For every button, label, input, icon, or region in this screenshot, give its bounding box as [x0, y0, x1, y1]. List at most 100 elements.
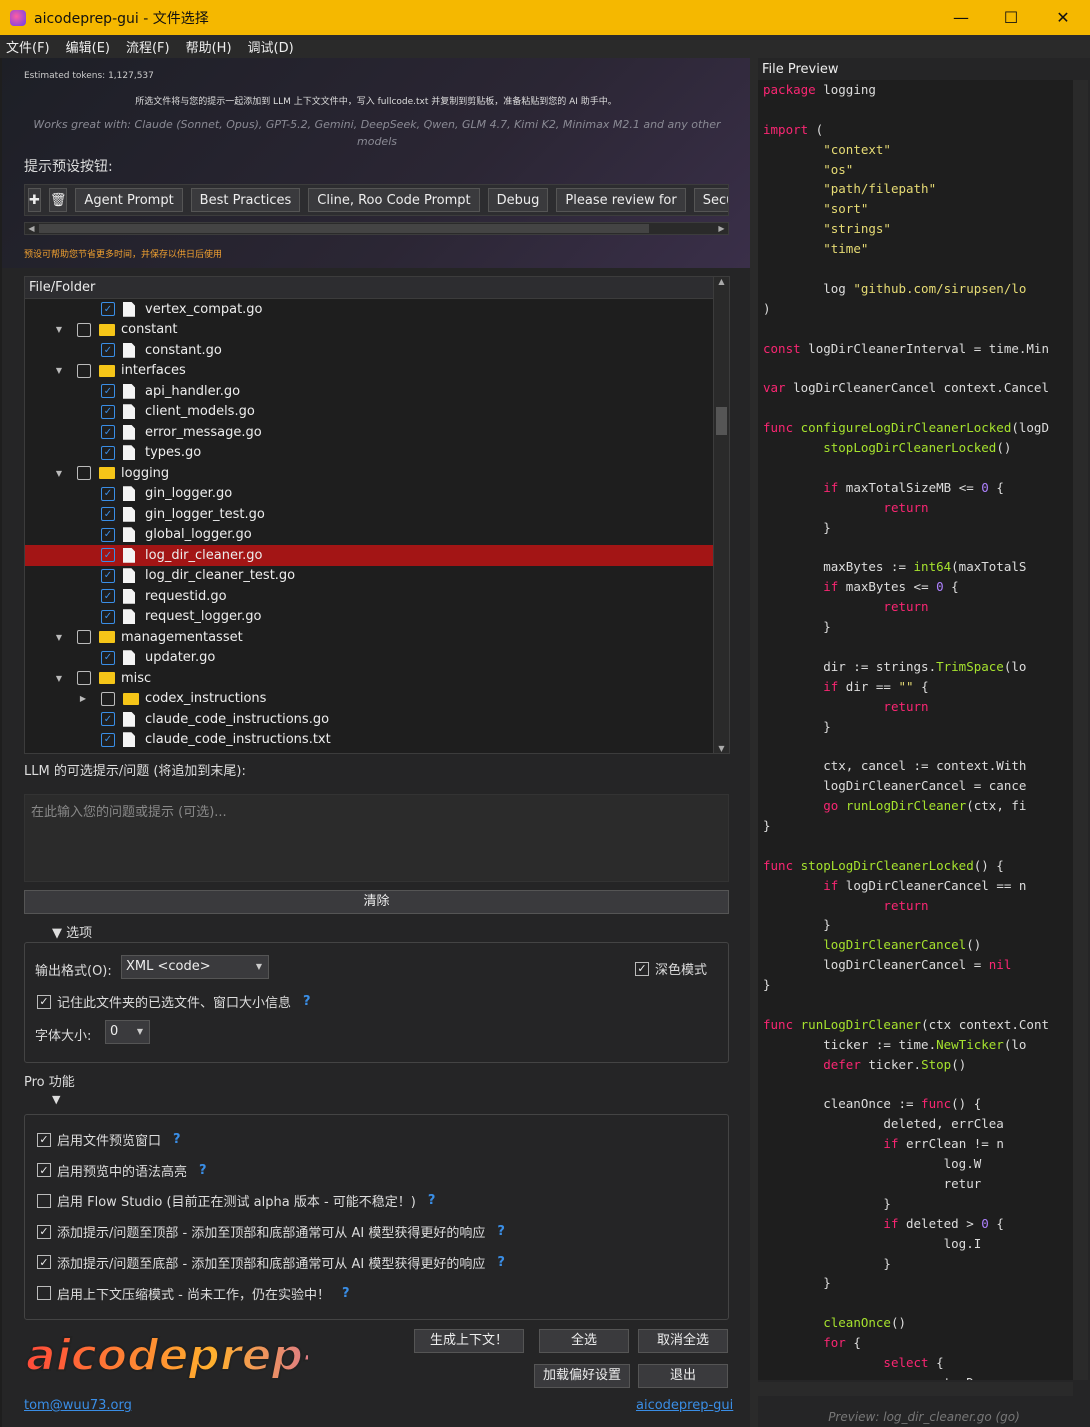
checkbox[interactable] [77, 630, 91, 645]
help-icon[interactable]: ? [173, 1132, 181, 1147]
preset-button[interactable]: Agent Prompt [75, 188, 183, 212]
deselect-all-button[interactable]: 取消全选 [638, 1329, 728, 1353]
load-prefs-button[interactable]: 加载偏好设置 [534, 1364, 630, 1388]
help-icon[interactable]: ? [428, 1193, 436, 1208]
tree-row[interactable]: ▼ logging [25, 463, 729, 484]
checkbox[interactable]: ✓ [101, 609, 115, 624]
preset-button[interactable]: Debug [487, 188, 549, 212]
tree-scrollbar[interactable]: ▲ ▼ [713, 277, 729, 753]
expand-down-icon[interactable]: ▼ [53, 325, 65, 334]
help-icon[interactable]: ? [342, 1286, 350, 1301]
minimize-button[interactable]: — [935, 0, 987, 35]
checkbox[interactable]: ✓ [101, 384, 115, 399]
scroll-left-icon[interactable]: ◀ [25, 223, 38, 234]
options-toggle[interactable]: ▼ 选项 [52, 922, 92, 941]
scroll-up-icon[interactable]: ▲ [714, 277, 729, 286]
expand-right-icon[interactable]: ▶ [77, 694, 89, 703]
checkbox[interactable] [77, 466, 91, 481]
tree-row[interactable]: ✓ request_logger.go [25, 607, 729, 628]
font-size-select[interactable]: 0 ▼ [105, 1020, 150, 1044]
tree-row[interactable]: ✓ error_message.go [25, 422, 729, 443]
tree-row[interactable]: ✓ claude_code_instructions.txt [25, 730, 729, 751]
preset-button[interactable]: Please review for [556, 188, 686, 212]
checkbox[interactable] [101, 691, 115, 706]
tree-row[interactable]: ✓ global_logger.go [25, 525, 729, 546]
checkbox[interactable]: ✓ [101, 732, 115, 747]
pro-option-checkbox[interactable]: ✓ 添加提示/问题至底部 - 添加至顶部和底部通常可从 AI 模型获得更好的响应? [37, 1253, 505, 1272]
splitter-handle[interactable] [750, 58, 758, 1427]
preview-hscrollbar[interactable] [758, 1382, 1073, 1396]
tree-row[interactable]: ▼ interfaces [25, 361, 729, 382]
expand-down-icon[interactable]: ▼ [53, 469, 65, 478]
checkbox[interactable]: ✓ [101, 548, 115, 563]
generate-button[interactable]: 生成上下文！ [414, 1329, 524, 1353]
tree-row[interactable]: ✓ log_dir_cleaner.go [25, 545, 729, 566]
checkbox[interactable]: ✓ [101, 445, 115, 460]
exit-button[interactable]: 退出 [638, 1364, 728, 1388]
checkbox[interactable] [77, 363, 91, 378]
tree-row[interactable]: ✓ gin_logger.go [25, 484, 729, 505]
tree-row[interactable]: ✓ vertex_compat.go [25, 299, 729, 320]
scroll-thumb[interactable] [39, 224, 649, 233]
prompt-input[interactable]: 在此输入您的问题或提示 (可选)... [24, 794, 729, 882]
scroll-down-icon[interactable]: ▼ [714, 744, 729, 753]
tree-row[interactable]: ✓ client_models.go [25, 402, 729, 423]
checkbox[interactable]: ✓ [101, 527, 115, 542]
expand-down-icon[interactable]: ▼ [53, 633, 65, 642]
scroll-thumb[interactable] [716, 407, 727, 435]
menu-debug[interactable]: 调试(D) [248, 37, 294, 56]
website-link[interactable]: aicodeprep-gui [636, 1398, 733, 1413]
pro-toggle-icon[interactable]: ▼ [52, 1093, 60, 1106]
tree-row[interactable]: ✓ constant.go [25, 340, 729, 361]
pro-option-checkbox[interactable]: ✓ 启用预览中的语法高亮? [37, 1161, 207, 1180]
remember-checkbox[interactable]: ✓ 记住此文件夹的已选文件、窗口大小信息 ? [37, 992, 311, 1011]
tree-row[interactable]: ✓ types.go [25, 443, 729, 464]
preset-scrollbar[interactable]: ◀ ▶ [24, 222, 729, 235]
email-link[interactable]: tom@wuu73.org [24, 1398, 132, 1413]
plus-icon[interactable]: ✚ [28, 188, 41, 212]
checkbox[interactable]: ✓ [101, 568, 115, 583]
preset-button[interactable]: Cline, Roo Code Prompt [308, 188, 480, 212]
checkbox[interactable] [77, 671, 91, 686]
dark-mode-checkbox[interactable]: ✓ 深色模式 [635, 959, 707, 978]
tree-row[interactable]: ▼ misc [25, 668, 729, 689]
tree-row[interactable]: ▼ managementasset [25, 627, 729, 648]
checkbox[interactable]: ✓ [101, 425, 115, 440]
format-select[interactable]: XML <code> ▼ [121, 955, 269, 979]
select-all-button[interactable]: 全选 [539, 1329, 629, 1353]
help-icon[interactable]: ? [497, 1224, 505, 1239]
checkbox[interactable]: ✓ [101, 302, 115, 317]
tree-row[interactable]: ✓ api_handler.go [25, 381, 729, 402]
scroll-right-icon[interactable]: ▶ [715, 223, 728, 234]
help-icon[interactable]: ? [303, 994, 311, 1009]
tree-row[interactable]: ✓ requestid.go [25, 586, 729, 607]
tree-row[interactable]: ▶ codex_instructions [25, 689, 729, 710]
menu-help[interactable]: 帮助(H) [186, 37, 232, 56]
code-preview[interactable]: package logging import ( "context" "os" "… [758, 80, 1073, 1380]
menu-file[interactable]: 文件(F) [6, 37, 50, 56]
tree-row[interactable]: ▼ constant [25, 320, 729, 341]
tree-row[interactable]: ✓ gin_logger_test.go [25, 504, 729, 525]
expand-down-icon[interactable]: ▼ [53, 674, 65, 683]
help-icon[interactable]: ? [199, 1163, 207, 1178]
pro-option-checkbox[interactable]: ✓ 添加提示/问题至顶部 - 添加至顶部和底部通常可从 AI 模型获得更好的响应? [37, 1222, 505, 1241]
checkbox[interactable] [77, 322, 91, 337]
trash-icon[interactable]: 🗑 [48, 188, 68, 212]
checkbox[interactable]: ✓ [101, 404, 115, 419]
checkbox[interactable]: ✓ [101, 712, 115, 727]
tree-row[interactable]: ✓ log_dir_cleaner_test.go [25, 566, 729, 587]
pro-option-checkbox[interactable]: 启用上下文压缩模式 - 尚未工作，仍在实验中！? [37, 1284, 350, 1303]
checkbox[interactable]: ✓ [101, 343, 115, 358]
maximize-button[interactable]: ☐ [985, 0, 1037, 35]
menu-flow[interactable]: 流程(F) [126, 37, 170, 56]
clear-button[interactable]: 清除 [24, 890, 729, 914]
checkbox[interactable]: ✓ [101, 507, 115, 522]
checkbox[interactable]: ✓ [101, 486, 115, 501]
pro-option-checkbox[interactable]: ✓ 启用文件预览窗口? [37, 1130, 181, 1149]
help-icon[interactable]: ? [497, 1255, 505, 1270]
expand-down-icon[interactable]: ▼ [53, 366, 65, 375]
preset-button[interactable]: Secu [693, 188, 728, 212]
checkbox[interactable]: ✓ [101, 650, 115, 665]
checkbox[interactable]: ✓ [101, 589, 115, 604]
pro-option-checkbox[interactable]: 启用 Flow Studio (目前正在测试 alpha 版本 - 可能不稳定！… [37, 1191, 435, 1210]
